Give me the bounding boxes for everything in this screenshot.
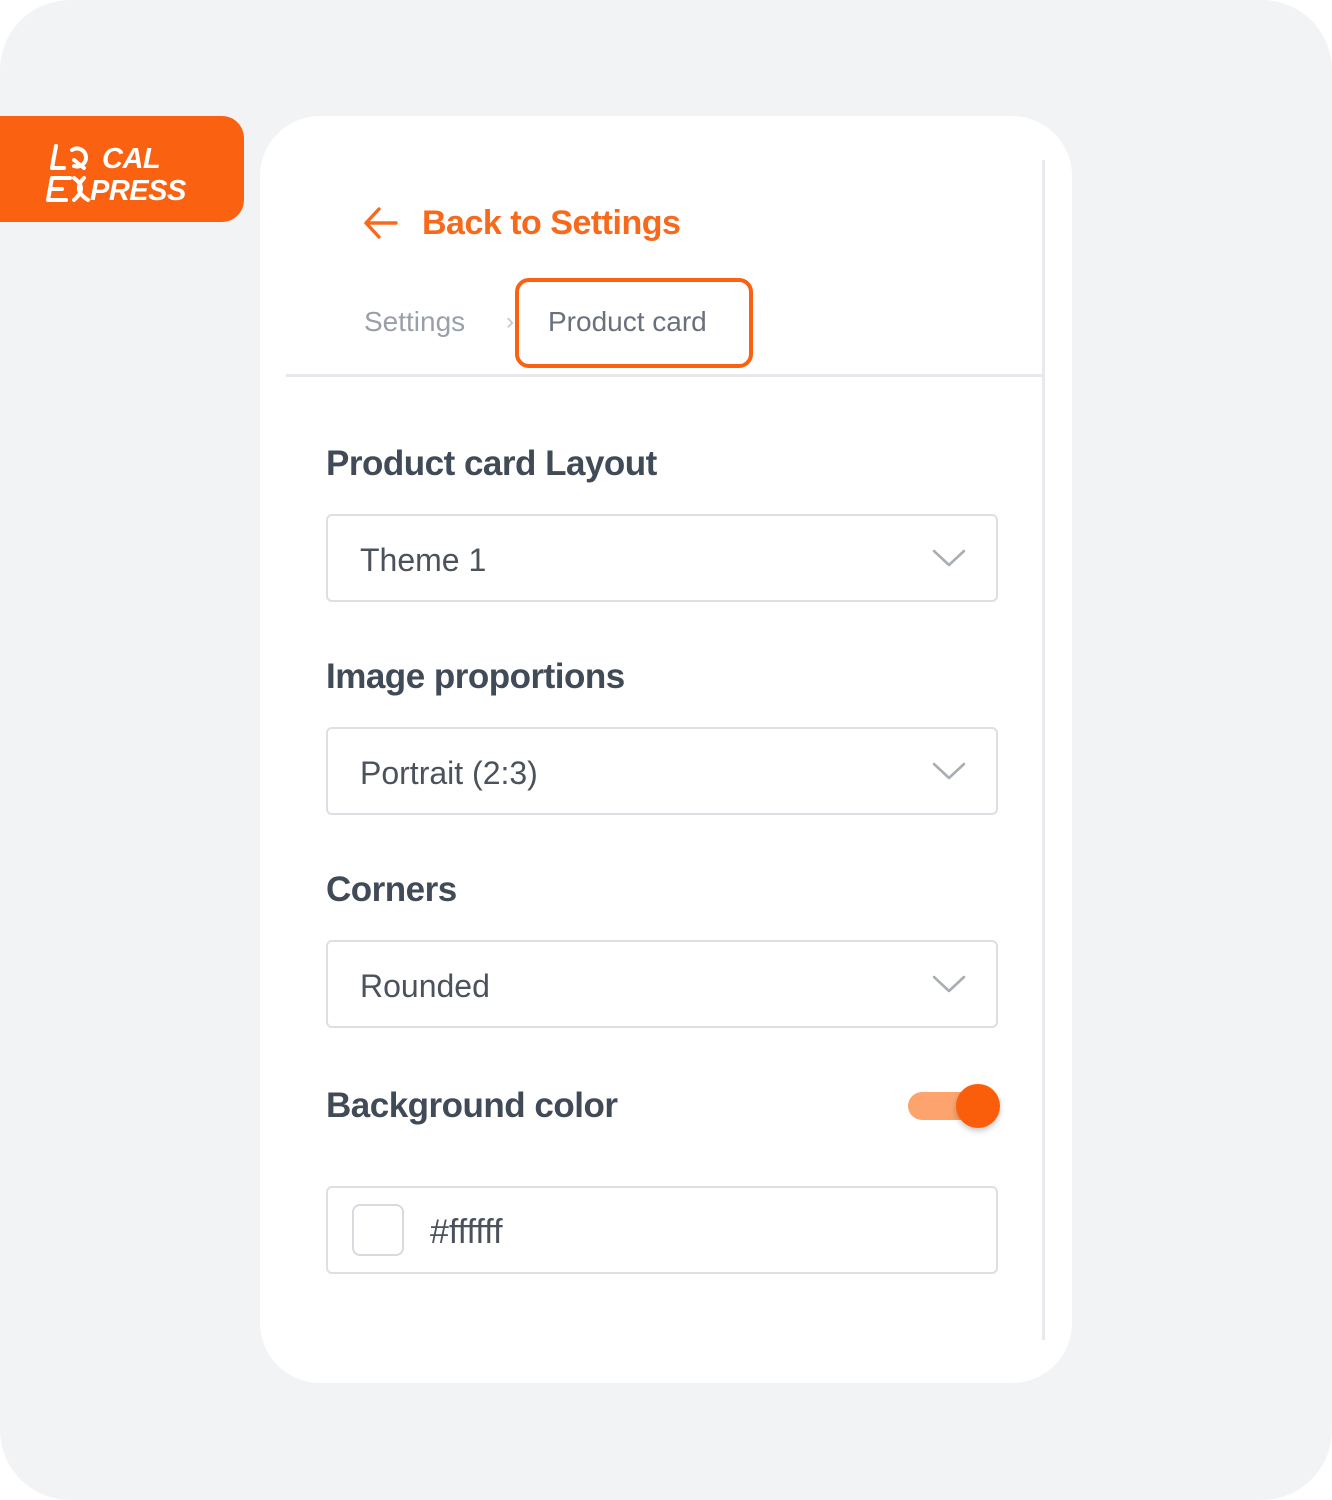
chevron-down-icon [932,762,966,780]
background-color-toggle[interactable] [906,1084,1004,1132]
background-color-label: Background color [326,1086,618,1125]
brand-badge: CAL PRESS [0,116,244,222]
background-color-input[interactable]: #ffffff [326,1186,998,1274]
highlight-annotation [515,278,753,368]
corners-label: Corners [326,870,457,909]
toggle-knob [956,1084,1000,1128]
screenshot-frame: CAL PRESS Back to Settings Settings › Pr… [0,0,1332,1500]
chevron-down-icon [932,549,966,567]
color-swatch[interactable] [352,1204,404,1256]
image-proportions-label: Image proportions [326,657,625,696]
chevron-down-icon [932,975,966,993]
arrow-left-icon [364,207,398,239]
color-hex-value: #ffffff [430,1213,503,1251]
back-link-label: Back to Settings [422,203,681,242]
product-card-layout-select[interactable]: Theme 1 [326,514,998,602]
svg-text:PRESS: PRESS [90,175,187,204]
header-divider [286,374,1044,377]
svg-text:CAL: CAL [102,143,160,175]
layout-select-value: Theme 1 [360,542,487,578]
proportions-select-value: Portrait (2:3) [360,755,538,791]
panel-scroll-edge [1042,160,1045,1340]
breadcrumb-settings[interactable]: Settings [364,306,465,338]
breadcrumb-separator: › [506,308,514,335]
corners-select-value: Rounded [360,968,490,1004]
local-express-logo: CAL PRESS [46,143,187,204]
image-proportions-select[interactable]: Portrait (2:3) [326,727,998,815]
product-card-layout-label: Product card Layout [326,444,657,483]
corners-select[interactable]: Rounded [326,940,998,1028]
back-to-settings-link[interactable]: Back to Settings [362,196,681,250]
